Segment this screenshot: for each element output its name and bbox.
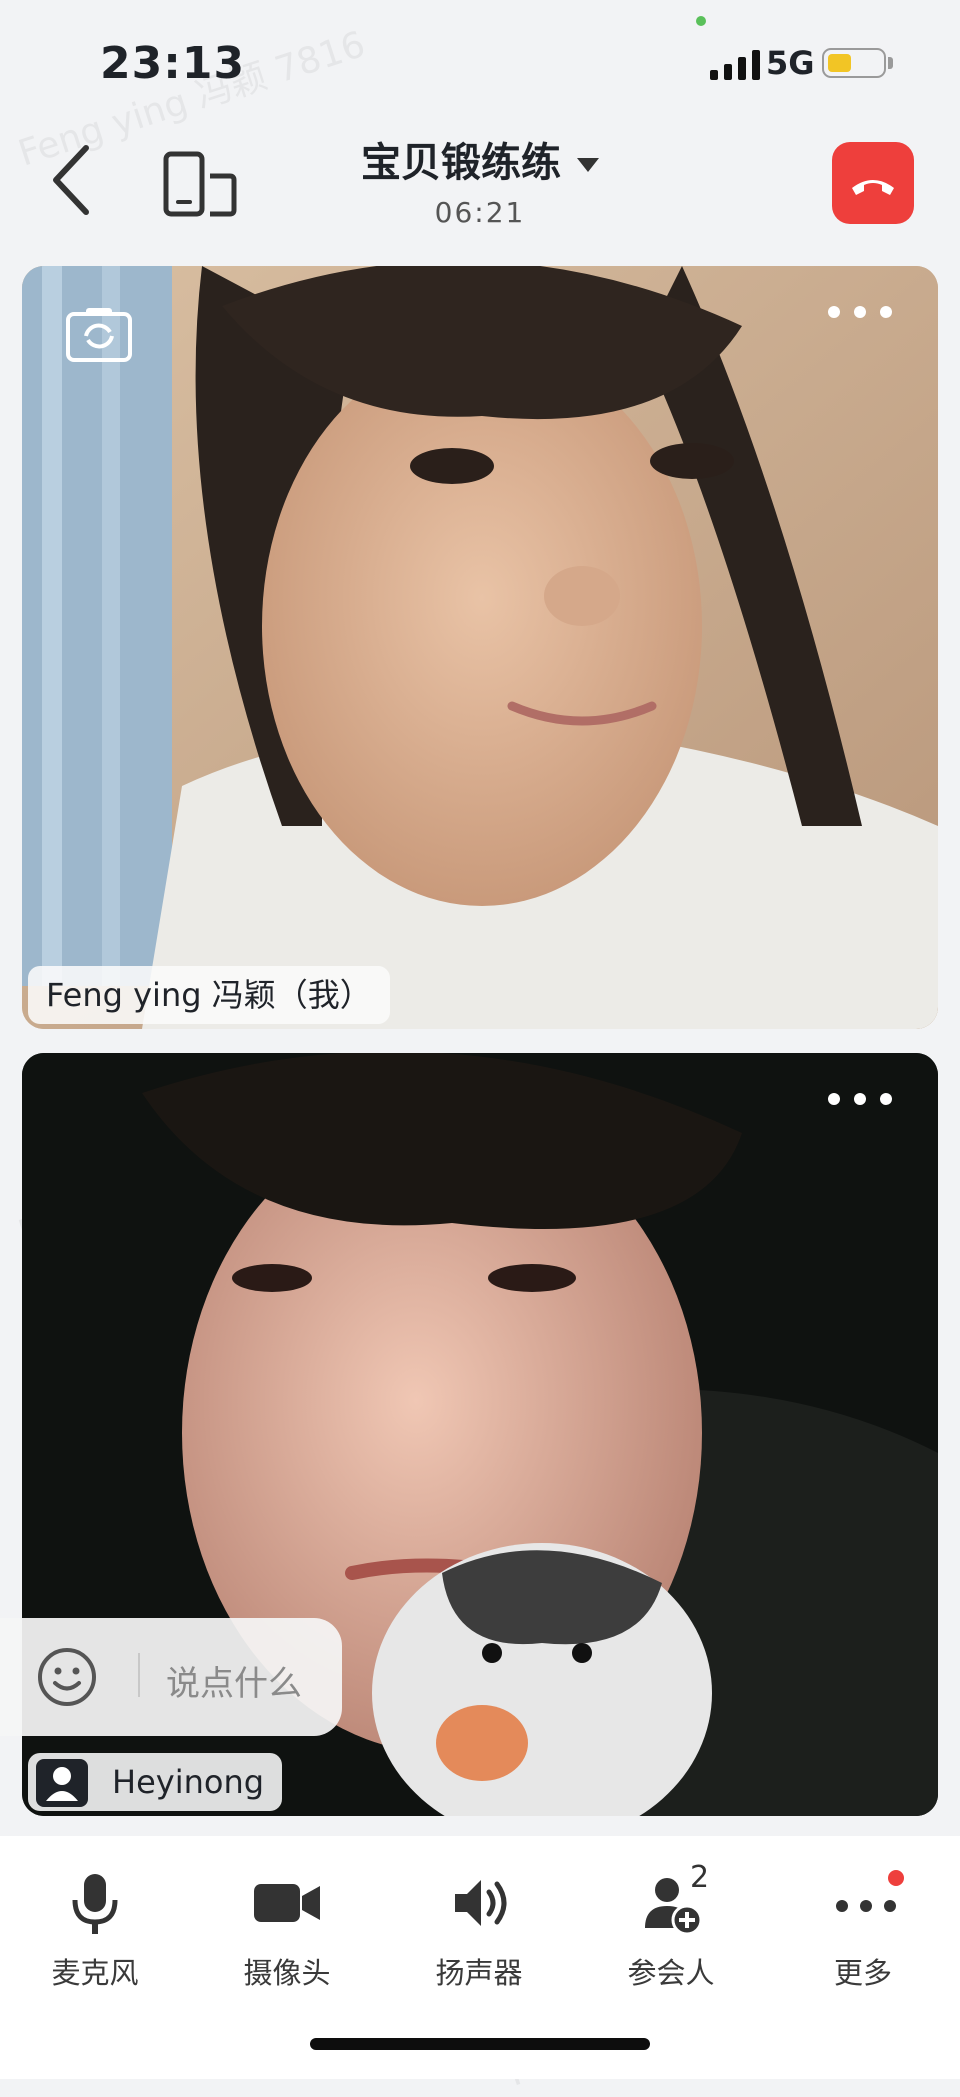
participant-name-text: Heyinong	[112, 1763, 265, 1801]
participants-button[interactable]: 2 参会人	[596, 1860, 746, 1990]
participants-count-badge: 2	[690, 1860, 710, 1895]
chat-divider	[138, 1653, 140, 1697]
video-frame-self	[22, 266, 938, 1029]
battery-cap	[888, 57, 893, 69]
microphone-label: 麦克风	[51, 1956, 139, 1990]
switch-camera-icon[interactable]	[66, 306, 132, 362]
participant-name-self: Feng ying 冯颖（我）	[28, 966, 390, 1024]
signal-icon	[710, 50, 760, 80]
title-dropdown-icon	[577, 158, 599, 172]
home-indicator	[310, 2038, 650, 2050]
status-time: 23:13	[100, 38, 246, 89]
camera-label: 摄像头	[243, 1956, 331, 1990]
camera-button[interactable]: 摄像头	[212, 1870, 362, 1990]
video-tile-self[interactable]: Feng ying 冯颖（我）	[22, 266, 938, 1029]
hang-up-icon	[852, 180, 894, 195]
meeting-title-text: 宝贝锻练练	[361, 140, 561, 186]
more-button[interactable]: 更多	[788, 1870, 938, 1990]
camera-icon	[254, 1884, 320, 1922]
network-type: 5G	[766, 44, 815, 82]
call-duration: 06:21	[434, 196, 526, 229]
emoji-icon[interactable]	[36, 1646, 98, 1708]
more-label: 更多	[833, 1956, 892, 1990]
hang-up-button[interactable]	[832, 142, 914, 224]
speaker-label: 扬声器	[435, 1956, 523, 1990]
microphone-icon	[72, 1874, 118, 1934]
speaker-icon	[455, 1880, 507, 1926]
chat-placeholder[interactable]: 说点什么	[166, 1656, 302, 1705]
tile-more-options-icon[interactable]	[822, 292, 902, 332]
speaker-button[interactable]: 扬声器	[404, 1870, 554, 1990]
meeting-title[interactable]: 宝贝锻练练	[300, 130, 660, 188]
notification-dot	[888, 1870, 904, 1886]
back-button[interactable]	[44, 140, 104, 220]
microphone-button[interactable]: 麦克风	[20, 1870, 170, 1990]
tile-more-options-icon[interactable]	[822, 1079, 902, 1119]
camera-indicator-dot	[696, 16, 706, 26]
participants-label: 参会人	[627, 1956, 715, 1990]
battery-icon	[822, 48, 886, 78]
avatar-icon	[36, 1759, 88, 1807]
switch-device-button[interactable]	[160, 150, 246, 220]
